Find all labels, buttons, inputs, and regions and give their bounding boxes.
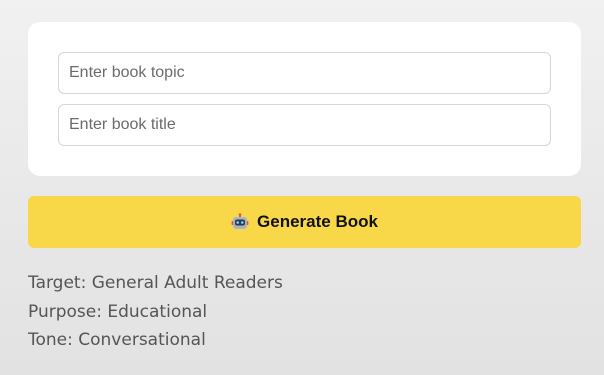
tone-text: Tone: Conversational [28,330,206,350]
book-form-card [28,22,581,176]
book-title-input[interactable] [58,104,551,146]
purpose-text: Purpose: Educational [28,301,208,322]
generate-book-button[interactable]: Generate Book [28,196,581,248]
target-text: Target: General Adult Readers [28,273,283,293]
book-topic-input[interactable] [58,52,551,94]
generate-book-label: Generate Book [257,212,378,231]
book-settings-summary: Target: General Adult Readers Purpose: E… [28,271,283,357]
robot-icon [231,213,249,231]
